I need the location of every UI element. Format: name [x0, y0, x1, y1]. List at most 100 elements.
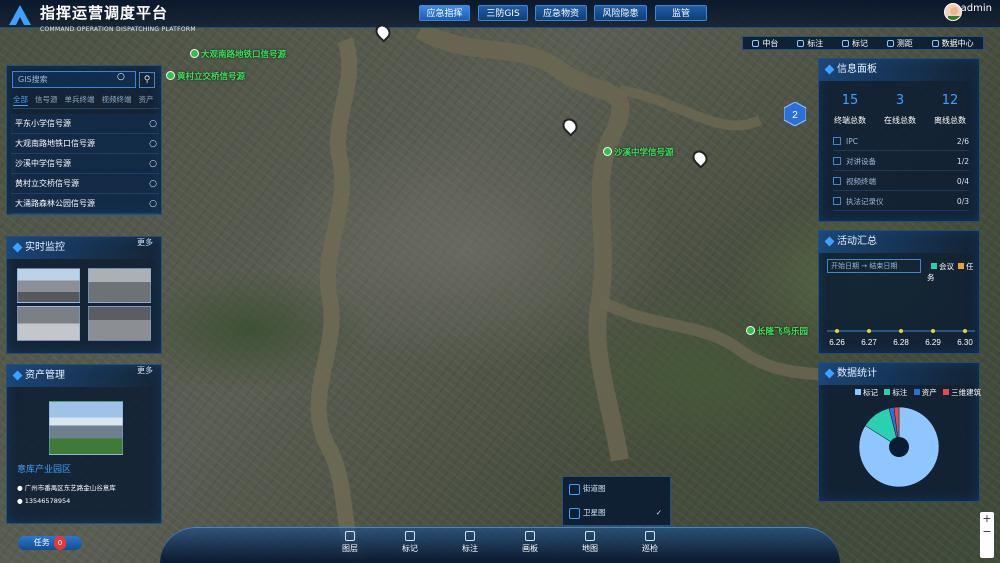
- point-marker: [963, 329, 967, 333]
- tab-terminal[interactable]: 单兵终端: [65, 94, 95, 106]
- legend-swatch: [943, 389, 950, 395]
- search-button-icon[interactable]: ○: [117, 72, 125, 82]
- tick-label: 6.30: [957, 338, 973, 347]
- gis-result-list: 平东小学信号源 ○ 大观南路地铁口信号源 ○ 沙溪中学信号源 ○ 黄村立交桥信号源 ○ …: [11, 114, 159, 214]
- check-icon: ✓: [655, 508, 662, 517]
- search-icon: ○: [149, 179, 157, 189]
- list-item[interactable]: 黄村立交桥信号源 ○: [11, 174, 159, 194]
- activity-chart: 6.26 6.27 6.28 6.29 6.30: [827, 329, 975, 347]
- map-toolstrip: 中台 标注 标记 测距 数据中心: [742, 36, 984, 50]
- bottom-annotate[interactable]: 标注: [450, 531, 490, 554]
- tab-asset[interactable]: 资产: [139, 94, 154, 106]
- legend-swatch: [931, 263, 937, 269]
- username[interactable]: admin: [961, 3, 992, 14]
- tick-label: 6.26: [829, 338, 845, 347]
- search-icon[interactable]: ⚲: [139, 72, 155, 88]
- nav-supplies[interactable]: 应急物资: [535, 5, 587, 21]
- tab-video[interactable]: 视频终端: [102, 94, 132, 106]
- panel-title: 活动汇总: [819, 231, 979, 253]
- camera-thumbnail[interactable]: [17, 306, 80, 341]
- info-panel: 信息面板 15 终端总数 3 在线总数 12 离线总数 IPC 2/6 对讲设备 1/2 …: [818, 58, 980, 222]
- signal-pin-icon: [603, 147, 612, 156]
- asset-photo[interactable]: [49, 401, 123, 455]
- live-monitor-panel: 实时监控 更多: [6, 236, 162, 354]
- camera-thumbnail[interactable]: [88, 268, 151, 303]
- layer-switcher: 街道图 卫星图 ✓: [562, 476, 671, 526]
- avatar[interactable]: [944, 3, 962, 21]
- tool-mark[interactable]: 标记: [841, 38, 868, 49]
- map-label-signal-1[interactable]: 大观南路地铁口信号源: [190, 48, 286, 60]
- nav-emergency-command[interactable]: 应急指挥: [419, 5, 470, 21]
- list-item[interactable]: 大观南路地铁口信号源 ○: [11, 134, 159, 154]
- list-item[interactable]: 平东小学信号源 ○: [11, 114, 159, 134]
- gear-icon: [931, 39, 939, 47]
- gis-tabs: 全部 信号源 单兵终端 视频终端 资产: [13, 94, 159, 109]
- map-label-signal-2[interactable]: 黄村立交桥信号源: [166, 70, 245, 82]
- bottom-inspect[interactable]: 巡检: [630, 531, 670, 554]
- donut-hole: [889, 437, 909, 457]
- data-stat-panel: 数据统计 标记 标注 资产 三维建筑: [818, 362, 981, 502]
- legend-swatch: [855, 389, 861, 395]
- point-marker: [899, 329, 903, 333]
- nav-supervision[interactable]: 监管: [655, 5, 707, 21]
- layer-satellite[interactable]: 卫星图 ✓: [563, 501, 670, 525]
- svg-text:2: 2: [792, 110, 798, 121]
- legend-swatch: [884, 389, 891, 395]
- asset-address: ● 广州市番禺区东艺路金山谷意库: [17, 484, 116, 492]
- tab-signal[interactable]: 信号源: [35, 94, 58, 106]
- nav-gis[interactable]: 三防GIS: [478, 5, 528, 21]
- location-icon: ●: [17, 484, 23, 492]
- bottom-drawboard[interactable]: 画板: [510, 531, 550, 554]
- more-link[interactable]: 更多: [137, 237, 153, 248]
- point-marker: [867, 329, 871, 333]
- layers-icon: [345, 531, 355, 541]
- camera-thumbnail[interactable]: [17, 268, 80, 303]
- tool-data-center[interactable]: 数据中心: [931, 38, 974, 49]
- panel-title: 信息面板: [819, 59, 979, 81]
- top-bar: 指挥运营调度平台 应急指挥 三防GIS 应急物资 风险隐患 监管 admin: [0, 0, 1000, 28]
- hex-icon: [752, 39, 760, 47]
- map-icon: [585, 531, 595, 541]
- app-title: 指挥运营调度平台: [40, 4, 169, 22]
- bottom-mark[interactable]: 标记: [390, 531, 430, 554]
- camera-thumbnail[interactable]: [88, 306, 151, 341]
- gis-search-panel: GIS搜索 ⚲ ○ 全部 信号源 单兵终端 视频终端 资产 平东小学信号源 ○ 大…: [6, 65, 162, 215]
- tool-annotate[interactable]: 标注: [797, 38, 823, 49]
- asset-panel: 资产管理 更多 意库产业园区 ● 广州市番禺区东艺路金山谷意库 ● 135465…: [6, 364, 162, 524]
- stat-total: 15 终端总数: [834, 93, 866, 125]
- list-item[interactable]: 沙溪中学信号源 ○: [11, 154, 159, 174]
- legend-swatch: [958, 263, 964, 269]
- task-count-badge: 0: [53, 536, 67, 550]
- user-face-icon: [948, 7, 960, 20]
- bottom-toolbar: 图层 标记 标注 画板 地图 巡检: [160, 527, 840, 563]
- mark-icon: [405, 531, 415, 541]
- map-label-signal-3[interactable]: 沙溪中学信号源: [603, 146, 674, 158]
- zoom-in-button[interactable]: +: [980, 512, 994, 525]
- tool-measure[interactable]: 测距: [886, 38, 913, 49]
- asset-name[interactable]: 意库产业园区: [17, 462, 71, 475]
- search-icon: ○: [149, 159, 157, 169]
- location-icon: [645, 531, 655, 541]
- nav-risk[interactable]: 风险隐患: [594, 5, 647, 21]
- task-button[interactable]: 任务 0: [18, 536, 82, 550]
- more-link[interactable]: 更多: [137, 365, 153, 376]
- list-item[interactable]: 大涌路森林公园信号源 ○: [11, 194, 159, 214]
- info-row-intercom: 对讲设备 1/2: [833, 153, 969, 171]
- signal-pin-icon: [746, 326, 755, 335]
- zoom-control: + −: [980, 512, 994, 558]
- stat-offline: 12 离线总数: [934, 93, 966, 125]
- tool-center[interactable]: 中台: [752, 38, 778, 49]
- layer-street[interactable]: 街道图: [563, 477, 670, 501]
- date-range-picker[interactable]: 开始日期 → 结束日期: [827, 259, 921, 273]
- tick-label: 6.29: [925, 338, 941, 347]
- map-label-park[interactable]: 长隆飞鸟乐园: [746, 325, 808, 337]
- bottom-map[interactable]: 地图: [570, 531, 610, 554]
- app-subtitle: COMMAND OPERATION DISPATCHING PLATFORM: [40, 26, 196, 33]
- cluster-marker-icon[interactable]: 2: [784, 102, 806, 126]
- bottom-layers[interactable]: 图层: [330, 531, 370, 554]
- ruler-icon: [886, 39, 894, 47]
- tab-all[interactable]: 全部: [13, 94, 28, 106]
- phone-icon: ●: [17, 497, 23, 505]
- zoom-out-button[interactable]: −: [980, 525, 994, 538]
- asset-phone: ● 13546578954: [17, 497, 71, 505]
